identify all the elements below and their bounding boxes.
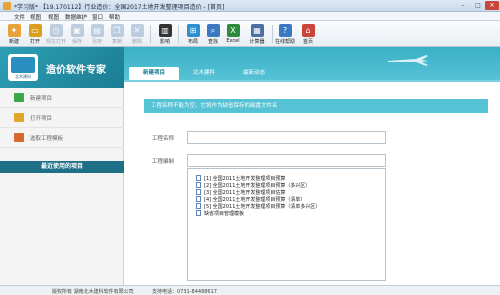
- menu-help[interactable]: 帮助: [109, 13, 120, 21]
- search-icon: ⌕: [206, 24, 220, 37]
- airplane-icon: [388, 55, 428, 66]
- tab-beimu-jianke[interactable]: 北木建科: [179, 67, 229, 80]
- calculator-icon: ▦: [250, 24, 264, 37]
- file-icon: [196, 203, 201, 209]
- toolbar-separator: [178, 25, 179, 43]
- toolbar-save-button[interactable]: ▣ 保存: [66, 23, 88, 45]
- support-phone: 支持电话：0731-84488617: [152, 289, 217, 295]
- menu-view-2[interactable]: 视图: [48, 13, 59, 21]
- toolbar-recent-button[interactable]: ◷ 现在打开: [45, 23, 67, 45]
- menu-bar: 文件 视图 视图 数据维护 窗口 帮助: [0, 12, 500, 21]
- header-banner: 新建项目 北木建科 最新动态: [124, 47, 500, 80]
- toolbar: ✦ 新建 ▭ 打开 ◷ 现在打开 ▣ 保存 ▤ 另存 ❐ 复制 ✕ 删除 ▥ 影…: [0, 21, 500, 47]
- menu-window[interactable]: 窗口: [92, 13, 103, 21]
- toolbar-separator: [150, 25, 151, 43]
- save-icon: ▣: [70, 24, 84, 37]
- sidebar: 北木建科 造价软件专家 新建项目 打开项目 选取工程模板 最近使用的项目: [0, 47, 124, 285]
- file-icon: [196, 182, 201, 188]
- toolbar-barcode-button[interactable]: ▥ 影响: [154, 23, 176, 45]
- save-as-icon: ▤: [90, 24, 104, 37]
- template-list[interactable]: [1] 全国2011土地开发整理项目预算 [2] 全国2011土地开发整理项目预…: [187, 168, 386, 281]
- logo-text: 北木建科: [15, 74, 31, 79]
- toolbar-calculator-button[interactable]: ▦ 计算器: [246, 23, 268, 45]
- title-bar: *学习版* 【19.170112】行业造价：全国2017土地开发整理项目造价 -…: [0, 0, 500, 12]
- file-icon: [196, 189, 201, 195]
- tab-new-project[interactable]: 新建项目: [129, 67, 179, 80]
- sidebar-item-open-project[interactable]: 打开项目: [0, 108, 124, 128]
- menu-data-maintenance[interactable]: 数据维护: [65, 13, 87, 21]
- menu-view[interactable]: 视图: [30, 13, 41, 21]
- menu-file[interactable]: 文件: [14, 13, 25, 21]
- recent-projects-header: 最近使用的项目: [0, 161, 124, 173]
- minimize-button[interactable]: –: [456, 1, 470, 10]
- new-icon: ✦: [7, 24, 21, 37]
- toolbar-excel-button[interactable]: X Excel: [222, 23, 244, 45]
- hint-banner: 工程名称不能为空。它将作为缺省保存的磁盘文件名: [144, 99, 488, 113]
- project-code-label: 工程编制: [152, 159, 175, 165]
- toolbar-new-button[interactable]: ✦ 新建: [3, 23, 25, 45]
- project-name-input[interactable]: [187, 131, 386, 144]
- home-icon: ⌂: [301, 24, 315, 37]
- recent-icon: ◷: [49, 24, 63, 37]
- main-panel: 新建项目 北木建科 最新动态 工程名称不能为空。它将作为缺省保存的磁盘文件名 工…: [124, 47, 500, 285]
- brand-heading: 造价软件专家: [46, 65, 106, 76]
- help-icon: ?: [278, 24, 292, 37]
- toolbar-search-button[interactable]: ⌕ 查找: [202, 23, 224, 45]
- file-icon: [196, 196, 201, 202]
- toolbar-copy-button[interactable]: ❐ 复制: [106, 23, 128, 45]
- brand-panel: 北木建科 造价软件专家: [0, 47, 124, 88]
- sidebar-item-new-project[interactable]: 新建项目: [0, 88, 124, 108]
- project-code-input[interactable]: [187, 154, 386, 167]
- toolbar-open-button[interactable]: ▭ 打开: [24, 23, 46, 45]
- maximize-button[interactable]: □: [471, 1, 485, 10]
- app-icon: [3, 2, 11, 10]
- close-button[interactable]: ✕: [485, 1, 499, 10]
- new-project-icon: [14, 93, 24, 102]
- toolbar-home-button[interactable]: ⌂ 首页: [297, 23, 319, 45]
- excel-icon: X: [226, 24, 240, 37]
- barcode-icon: ▥: [158, 24, 172, 37]
- file-icon: [196, 175, 201, 181]
- project-name-label: 工程名称: [152, 136, 175, 142]
- layout-icon: ⊞: [186, 24, 200, 37]
- open-folder-icon: ▭: [28, 24, 42, 37]
- company-logo: 北木建科: [8, 54, 38, 81]
- copy-icon: ❐: [110, 24, 124, 37]
- sidebar-item-select-template[interactable]: 选取工程模板: [0, 128, 124, 148]
- open-project-icon: [14, 113, 24, 122]
- template-icon: [14, 133, 24, 142]
- toolbar-layout-button[interactable]: ⊞ 布局: [182, 23, 204, 45]
- tab-underline: [124, 80, 500, 82]
- copyright-text: 版权所有 湖南北木建科软件有限公司: [52, 289, 134, 295]
- tab-latest-news[interactable]: 最新动态: [229, 67, 279, 80]
- toolbar-save-as-button[interactable]: ▤ 另存: [86, 23, 108, 45]
- toolbar-online-help-button[interactable]: ? 在线帮助: [274, 23, 296, 45]
- toolbar-separator: [272, 25, 273, 43]
- file-icon: [196, 210, 201, 216]
- logo-mark: [11, 57, 35, 73]
- delete-icon: ✕: [130, 24, 144, 37]
- window-title: *学习版* 【19.170112】行业造价：全国2017土地开发整理项目造价 -…: [14, 4, 225, 11]
- toolbar-delete-button[interactable]: ✕ 删除: [126, 23, 148, 45]
- status-bar: 版权所有 湖南北木建科软件有限公司 支持电话：0731-84488617: [0, 285, 500, 295]
